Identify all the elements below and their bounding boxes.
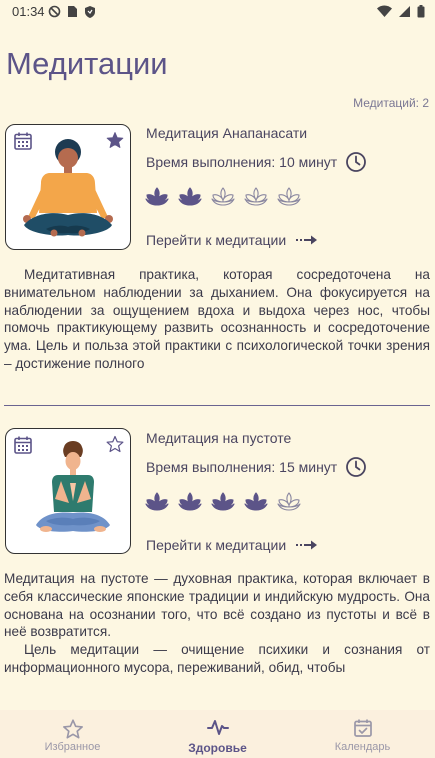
nav-item-calendar[interactable]: Календарь — [290, 710, 435, 758]
meditation-description: Медитация на пустоте — духовная практика… — [4, 570, 430, 676]
lotus-filled-icon — [211, 492, 235, 511]
signal-icon — [399, 6, 410, 17]
duration-label: Время выполнения: 10 минут — [146, 154, 338, 170]
no-disturb-icon — [48, 5, 61, 18]
meditation-title: Медитация Анапанасати — [146, 125, 308, 141]
status-time: 01:34 — [12, 4, 45, 19]
description-paragraph: Медитация на пустоте — духовная практика… — [4, 571, 430, 640]
pulse-icon — [206, 720, 229, 735]
meditation-title: Медитация на пустоте — [146, 430, 292, 446]
nav-item-health[interactable]: Здоровье — [145, 710, 290, 758]
meditation-image[interactable] — [5, 124, 131, 250]
page-title: Медитации — [6, 46, 168, 81]
lotus-filled-icon — [145, 187, 169, 206]
status-bar: 01:34 — [0, 0, 435, 26]
clock-icon — [346, 457, 367, 477]
description-paragraph: Медитативная практика, которая сосредото… — [4, 267, 430, 371]
lotus-filled-icon — [145, 492, 169, 511]
shield-icon — [85, 6, 95, 18]
status-icons-right — [377, 5, 425, 18]
description-paragraph: Цель медитации — очищение психики и созн… — [4, 642, 430, 675]
go-to-meditation-link[interactable]: Перейти к медитации — [146, 537, 318, 553]
go-to-label: Перейти к медитации — [146, 537, 287, 553]
calendar-icon[interactable] — [13, 131, 33, 151]
nav-item-favorites[interactable]: Избранное — [0, 710, 145, 758]
duration-label: Время выполнения: 15 минут — [146, 459, 338, 475]
lotus-outline-icon — [244, 187, 268, 206]
difficulty-rating — [144, 184, 302, 208]
clock-icon — [346, 152, 367, 172]
sim-card-icon — [68, 6, 77, 17]
bottom-navigation: Избранное Здоровье Календарь — [0, 710, 435, 758]
go-to-meditation-link[interactable]: Перейти к медитации — [146, 232, 318, 248]
nav-label: Календарь — [334, 741, 391, 753]
lotus-filled-icon — [178, 492, 202, 511]
calendar-check-icon — [353, 719, 372, 737]
lotus-filled-icon — [178, 187, 202, 206]
favorite-star-outline-icon[interactable] — [106, 435, 124, 453]
difficulty-rating — [144, 489, 302, 513]
lotus-outline-icon — [277, 492, 301, 511]
nav-label: Избранное — [44, 741, 101, 753]
meditation-duration: Время выполнения: 15 минут — [146, 456, 367, 478]
battery-icon — [417, 5, 425, 18]
nav-label: Здоровье — [188, 741, 247, 755]
meditation-image[interactable] — [5, 428, 131, 554]
meditation-duration: Время выполнения: 10 минут — [146, 151, 367, 173]
arrow-right-icon — [296, 540, 318, 550]
go-to-label: Перейти к медитации — [146, 232, 287, 248]
arrow-right-icon — [296, 235, 318, 245]
star-icon — [62, 719, 83, 739]
meditation-description: Медитативная практика, которая сосредото… — [4, 266, 430, 372]
lotus-outline-icon — [211, 187, 235, 206]
favorite-star-icon[interactable] — [106, 131, 124, 149]
card-divider — [4, 405, 430, 406]
meditation-count: Медитаций: 2 — [353, 96, 429, 110]
calendar-icon[interactable] — [13, 435, 33, 455]
wifi-icon — [377, 5, 392, 17]
lotus-outline-icon — [277, 187, 301, 206]
status-icons-left — [48, 5, 96, 18]
lotus-filled-icon — [244, 492, 268, 511]
